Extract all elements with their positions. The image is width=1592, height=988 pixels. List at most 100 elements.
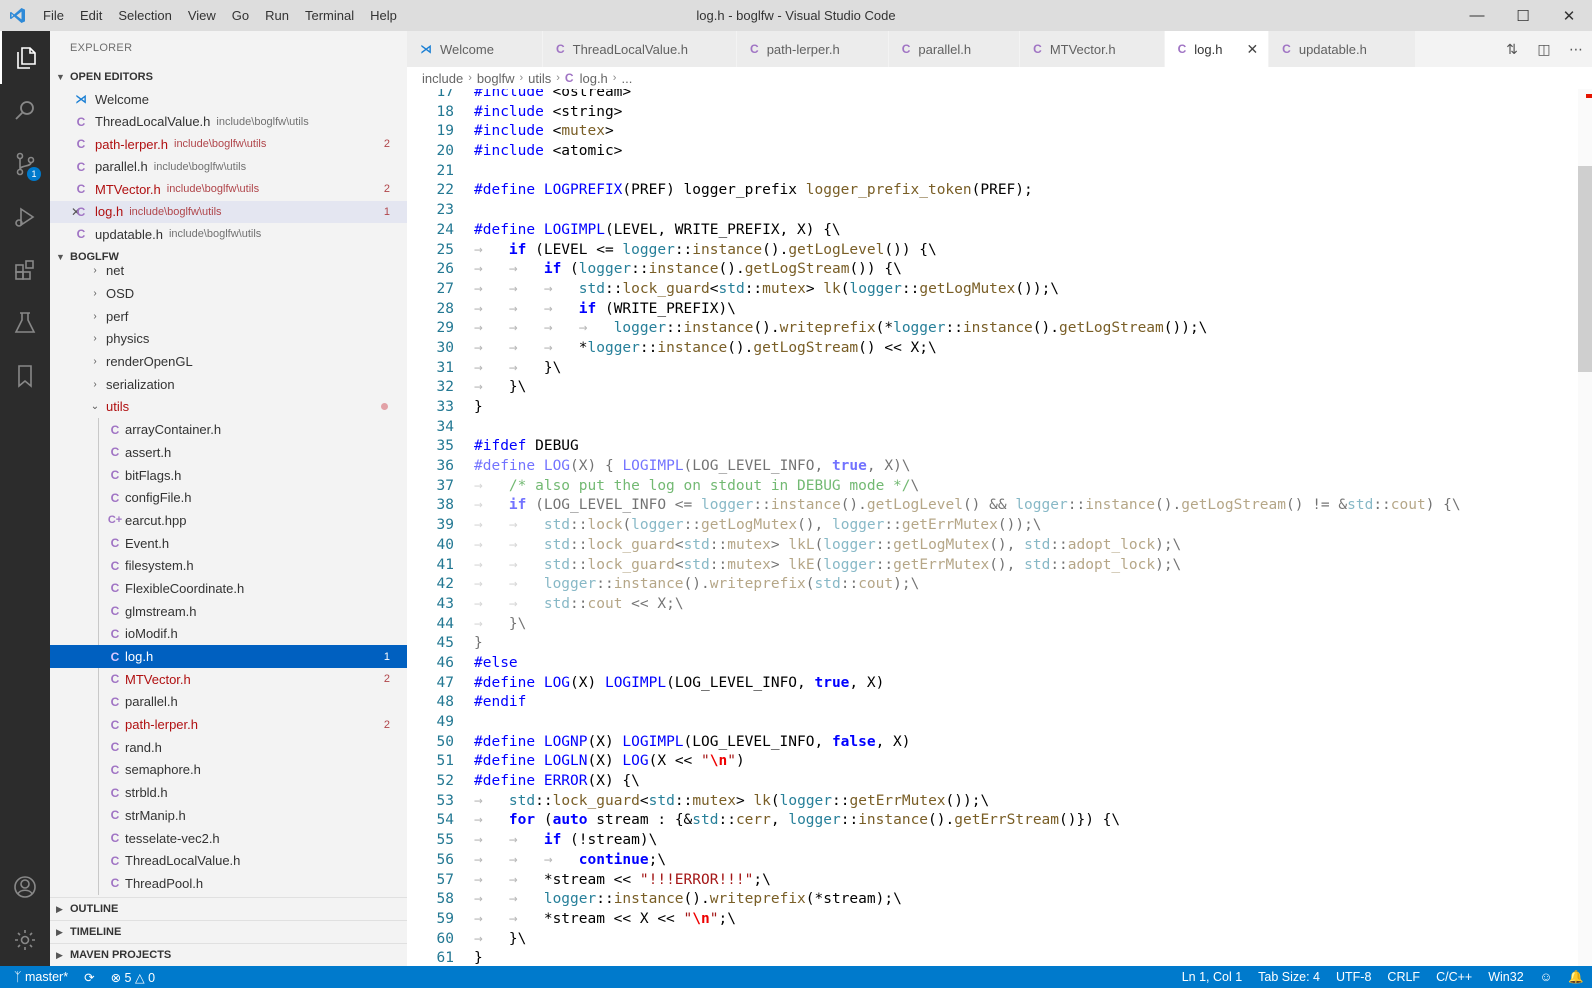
file-item[interactable]: CioModif.h [50, 623, 407, 646]
breadcrumb-item[interactable]: ... [621, 71, 632, 86]
breadcrumb-item[interactable]: include [422, 71, 463, 86]
minimize-button[interactable]: — [1454, 0, 1500, 31]
tab-mtvector-h[interactable]: C MTVector.h [1020, 31, 1165, 67]
folder-serialization[interactable]: › serialization [50, 373, 407, 396]
split-editor-icon[interactable]: ◫ [1528, 41, 1560, 58]
explorer-icon[interactable] [0, 31, 50, 84]
open-editor-item[interactable]: Cparallel.h include\boglfw\utils [50, 156, 407, 179]
settings-gear-icon[interactable] [0, 913, 50, 966]
menu-run[interactable]: Run [257, 0, 297, 31]
folder-utils[interactable]: ⌄ utils [50, 396, 407, 419]
code-line: 37 → /* also put the log on stdout in DEB… [407, 477, 1567, 497]
folder-net[interactable]: › net [50, 260, 407, 283]
file-item[interactable]: C MTVector.h 2 [50, 668, 407, 691]
file-item[interactable]: Cstrbld.h [50, 781, 407, 804]
file-item[interactable]: CstrManip.h [50, 804, 407, 827]
close-icon[interactable]: ✕ [1246, 41, 1258, 58]
menu-help[interactable]: Help [362, 0, 405, 31]
open-editor-item[interactable]: C MTVector.h include\boglfw\utils 2 [50, 178, 407, 201]
tab-updatable-h[interactable]: Cupdatable.h [1269, 31, 1416, 67]
open-editor-item[interactable]: ⋊ Welcome [50, 88, 407, 111]
run-debug-icon[interactable] [0, 190, 50, 243]
open-editor-item[interactable]: C ThreadLocalValue.h include\boglfw\utils [50, 111, 407, 134]
file-item[interactable]: C ThreadLocalValue.h [50, 849, 407, 872]
language-mode[interactable]: C/C++ [1428, 970, 1480, 984]
section-maven-projects[interactable]: ▶ MAVEN PROJECTS [50, 943, 407, 966]
file-item[interactable]: Cparallel.h [50, 691, 407, 714]
menu-terminal[interactable]: Terminal [297, 0, 362, 31]
tab-log-h[interactable]: Clog.h ✕ [1164, 31, 1270, 67]
tab-welcome[interactable]: ⋊ Welcome [407, 31, 543, 67]
c-file-icon: C [110, 536, 120, 551]
folder-physics[interactable]: › physics [50, 328, 407, 351]
file-item[interactable]: C Event.h [50, 532, 407, 555]
close-icon[interactable]: ✕ [50, 205, 81, 219]
line-text: → → → → logger::instance().writeprefix(*… [474, 320, 1208, 337]
problems-status[interactable]: ⊗ 5 △ 0 [103, 970, 163, 985]
extensions-icon[interactable] [0, 243, 50, 296]
tab-parallel-h[interactable]: Cparallel.h [888, 31, 1021, 67]
account-icon[interactable] [0, 860, 50, 913]
sync-icon[interactable]: ⟳ [76, 970, 102, 985]
folder-osd[interactable]: › OSD [50, 282, 407, 305]
code-editor[interactable]: 17 #include <ostream> 18 #include <string> 1… [407, 89, 1592, 966]
bookmark-icon[interactable] [0, 349, 50, 402]
file-item[interactable]: CbitFlags.h [50, 464, 407, 487]
scroll-thumb[interactable] [1578, 166, 1592, 372]
line-number: 38 [436, 497, 454, 514]
menu-selection[interactable]: Selection [110, 0, 179, 31]
encoding[interactable]: UTF-8 [1328, 970, 1379, 984]
more-actions-icon[interactable]: ⋯ [1560, 41, 1592, 58]
c-file-icon: C [110, 626, 120, 641]
tab-threadlocalvalue-h[interactable]: C ThreadLocalValue.h [542, 31, 738, 67]
file-item[interactable]: Cglmstream.h [50, 600, 407, 623]
editor-scrollbar[interactable] [1578, 89, 1592, 966]
breadcrumb-item[interactable]: utils [528, 71, 551, 86]
source-control-icon[interactable]: 1 [0, 137, 50, 190]
file-item[interactable]: Ctesselate-vec2.h [50, 827, 407, 850]
file-item[interactable]: Cpath-lerper.h 2 [50, 713, 407, 736]
section-outline[interactable]: ▶ OUTLINE [50, 897, 407, 920]
section-timeline[interactable]: ▶ TIMELINE [50, 920, 407, 943]
file-item[interactable]: C+ earcut.hpp [50, 509, 407, 532]
tab-path-lerper-h[interactable]: Cpath-lerper.h [737, 31, 889, 67]
folder-renderopengl[interactable]: › renderOpenGL [50, 350, 407, 373]
tab-label: Welcome [440, 41, 494, 57]
open-editor-item[interactable]: Cupdatable.h include\boglfw\utils [50, 223, 407, 246]
folder-perf[interactable]: › perf [50, 305, 407, 328]
maximize-button[interactable]: ☐ [1500, 0, 1546, 31]
line-text: → }\ [474, 615, 527, 632]
close-window-button[interactable]: ✕ [1546, 0, 1592, 31]
line-ending[interactable]: CRLF [1379, 970, 1428, 984]
menu-view[interactable]: View [180, 0, 224, 31]
chevron-right-icon: › [519, 72, 524, 84]
testing-flask-icon[interactable] [0, 296, 50, 349]
file-item[interactable]: CarrayContainer.h [50, 418, 407, 441]
file-item[interactable]: Clog.h 1 [50, 645, 407, 668]
menu-file[interactable]: File [35, 0, 72, 31]
platform[interactable]: Win32 [1480, 970, 1531, 984]
file-item[interactable]: Cfilesystem.h [50, 554, 407, 577]
notifications-bell-icon[interactable]: 🔔 [1560, 970, 1592, 985]
search-icon[interactable] [0, 84, 50, 137]
cursor-position[interactable]: Ln 1, Col 1 [1174, 970, 1250, 984]
file-item[interactable]: Crand.h [50, 736, 407, 759]
tab-size[interactable]: Tab Size: 4 [1250, 970, 1328, 984]
open-editor-item[interactable]: Cpath-lerper.h include\boglfw\utils 2 [50, 133, 407, 156]
file-item[interactable]: Csemaphore.h [50, 759, 407, 782]
open-editor-item[interactable]: ✕ Clog.h include\boglfw\utils 1 [50, 200, 407, 223]
compare-changes-icon[interactable]: ⇅ [1496, 41, 1528, 58]
file-item[interactable]: Cassert.h [50, 441, 407, 464]
line-number: 30 [436, 339, 454, 356]
file-item[interactable]: C FlexibleCoordinate.h [50, 577, 407, 600]
breadcrumb-item[interactable]: log.h [580, 71, 608, 86]
open-editors-header[interactable]: ▼ OPEN EDITORS [50, 66, 407, 88]
feedback-icon[interactable]: ☺ [1532, 970, 1561, 984]
file-name: FlexibleCoordinate.h [125, 580, 245, 596]
menu-edit[interactable]: Edit [72, 0, 110, 31]
file-item[interactable]: C ThreadPool.h [50, 872, 407, 895]
menu-go[interactable]: Go [224, 0, 257, 31]
branch-status[interactable]: ᛉ master* [0, 970, 76, 984]
breadcrumb-item[interactable]: boglfw [477, 71, 515, 86]
file-item[interactable]: CconfigFile.h [50, 486, 407, 509]
